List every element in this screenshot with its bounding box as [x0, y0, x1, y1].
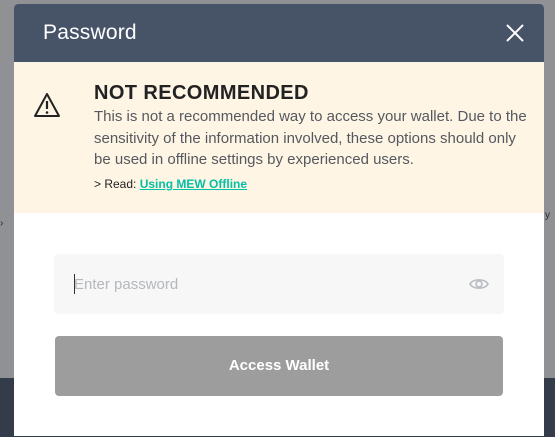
close-icon: [506, 24, 524, 42]
password-input[interactable]: [74, 254, 454, 314]
warning-read-line: > Read: Using MEW Offline: [94, 177, 247, 191]
warning-heading: NOT RECOMMENDED: [94, 82, 309, 104]
password-field: [54, 254, 504, 314]
using-mew-offline-link[interactable]: Using MEW Offline: [140, 177, 247, 191]
text-cursor: [74, 274, 75, 294]
background-glyph: y: [545, 210, 550, 221]
close-button[interactable]: [504, 22, 526, 44]
warning-triangle-icon: [34, 93, 60, 117]
warning-text: This is not a recommended way to access …: [94, 108, 527, 168]
show-password-button[interactable]: [468, 274, 490, 294]
modal-header: Password: [14, 4, 544, 62]
warning-banner: NOT RECOMMENDED This is not a recommende…: [14, 62, 544, 213]
read-prefix: > Read:: [94, 177, 140, 191]
eye-icon: [469, 279, 489, 289]
access-wallet-button[interactable]: Access Wallet: [55, 336, 503, 396]
password-modal: Password NOT RECOMMENDED This is not a r…: [14, 4, 544, 436]
background-glyph: ›: [0, 218, 4, 229]
modal-title: Password: [43, 21, 137, 44]
